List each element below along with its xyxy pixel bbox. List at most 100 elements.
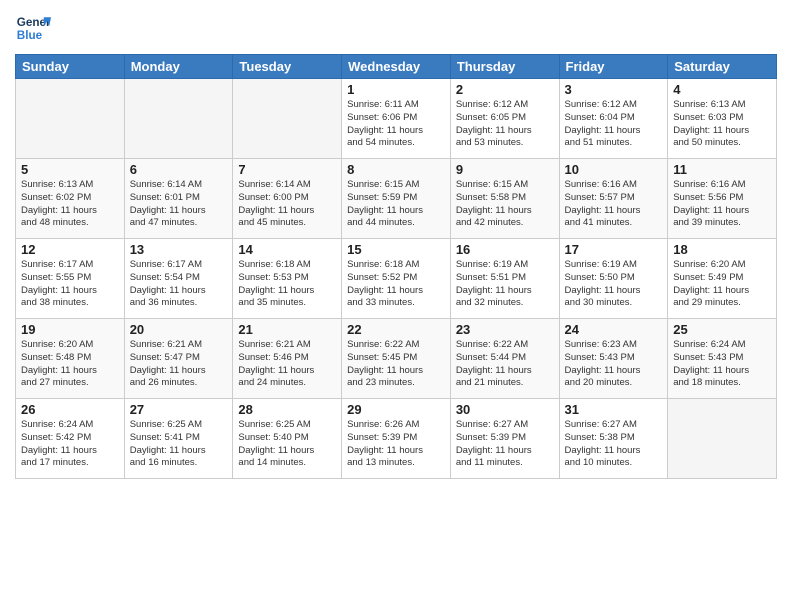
- calendar-cell: 24 Sunrise: 6:23 AM Sunset: 5:43 PM Dayli…: [559, 319, 668, 399]
- calendar-cell: 16 Sunrise: 6:19 AM Sunset: 5:51 PM Dayli…: [450, 239, 559, 319]
- day-number: 1: [347, 82, 445, 97]
- logo-icon: General Blue: [15, 10, 51, 46]
- cell-info: Sunrise: 6:12 AM Sunset: 6:04 PM Dayligh…: [565, 99, 663, 150]
- day-number: 13: [130, 242, 228, 257]
- calendar-cell: 9Sunrise: 6:15 AM Sunset: 5:58 PM Daylig…: [450, 159, 559, 239]
- day-number: 28: [238, 402, 336, 417]
- cell-info: Sunrise: 6:11 AM Sunset: 6:06 PM Dayligh…: [347, 99, 445, 150]
- week-row-1: 1 Sunrise: 6:11 AM Sunset: 6:06 PM Daylig…: [16, 79, 777, 159]
- cell-info: Sunrise: 6:25 AM Sunset: 5:41 PM Dayligh…: [130, 419, 228, 470]
- day-number: 30: [456, 402, 554, 417]
- day-number: 17: [565, 242, 663, 257]
- calendar-cell: 22Sunrise: 6:22 AM Sunset: 5:45 PM Dayli…: [342, 319, 451, 399]
- calendar-cell: 10Sunrise: 6:16 AM Sunset: 5:57 PM Dayli…: [559, 159, 668, 239]
- calendar-cell: [124, 79, 233, 159]
- day-number: 31: [565, 402, 663, 417]
- day-number: 4: [673, 82, 771, 97]
- day-number: 19: [21, 322, 119, 337]
- cell-info: Sunrise: 6:13 AM Sunset: 6:02 PM Dayligh…: [21, 179, 119, 230]
- day-number: 20: [130, 322, 228, 337]
- cell-info: Sunrise: 6:16 AM Sunset: 5:57 PM Dayligh…: [565, 179, 663, 230]
- cell-info: Sunrise: 6:20 AM Sunset: 5:48 PM Dayligh…: [21, 339, 119, 390]
- cell-info: Sunrise: 6:24 AM Sunset: 5:42 PM Dayligh…: [21, 419, 119, 470]
- cell-info: Sunrise: 6:21 AM Sunset: 5:47 PM Dayligh…: [130, 339, 228, 390]
- calendar-cell: 21 Sunrise: 6:21 AM Sunset: 5:46 PM Dayli…: [233, 319, 342, 399]
- day-number: 24: [565, 322, 663, 337]
- cell-info: Sunrise: 6:19 AM Sunset: 5:50 PM Dayligh…: [565, 259, 663, 310]
- weekday-header-thursday: Thursday: [450, 55, 559, 79]
- calendar-cell: 17 Sunrise: 6:19 AM Sunset: 5:50 PM Dayli…: [559, 239, 668, 319]
- calendar-cell: [16, 79, 125, 159]
- day-number: 9: [456, 162, 554, 177]
- calendar-cell: 7 Sunrise: 6:14 AM Sunset: 6:00 PM Daylig…: [233, 159, 342, 239]
- calendar-cell: 28 Sunrise: 6:25 AM Sunset: 5:40 PM Dayli…: [233, 399, 342, 479]
- day-number: 18: [673, 242, 771, 257]
- weekday-header-sunday: Sunday: [16, 55, 125, 79]
- cell-info: Sunrise: 6:27 AM Sunset: 5:39 PM Dayligh…: [456, 419, 554, 470]
- day-number: 11: [673, 162, 771, 177]
- cell-info: Sunrise: 6:20 AM Sunset: 5:49 PM Dayligh…: [673, 259, 771, 310]
- day-number: 5: [21, 162, 119, 177]
- cell-info: Sunrise: 6:16 AM Sunset: 5:56 PM Dayligh…: [673, 179, 771, 230]
- header: General Blue: [15, 10, 777, 46]
- cell-info: Sunrise: 6:15 AM Sunset: 5:59 PM Dayligh…: [347, 179, 445, 230]
- weekday-header-friday: Friday: [559, 55, 668, 79]
- day-number: 6: [130, 162, 228, 177]
- cell-info: Sunrise: 6:17 AM Sunset: 5:54 PM Dayligh…: [130, 259, 228, 310]
- calendar-cell: 11 Sunrise: 6:16 AM Sunset: 5:56 PM Dayli…: [668, 159, 777, 239]
- calendar-cell: 19 Sunrise: 6:20 AM Sunset: 5:48 PM Dayli…: [16, 319, 125, 399]
- weekday-header-row: SundayMondayTuesdayWednesdayThursdayFrid…: [16, 55, 777, 79]
- calendar-cell: 3Sunrise: 6:12 AM Sunset: 6:04 PM Daylig…: [559, 79, 668, 159]
- calendar-cell: 26 Sunrise: 6:24 AM Sunset: 5:42 PM Dayli…: [16, 399, 125, 479]
- cell-info: Sunrise: 6:14 AM Sunset: 6:00 PM Dayligh…: [238, 179, 336, 230]
- cell-info: Sunrise: 6:12 AM Sunset: 6:05 PM Dayligh…: [456, 99, 554, 150]
- logo: General Blue: [15, 10, 55, 46]
- weekday-header-wednesday: Wednesday: [342, 55, 451, 79]
- calendar-cell: 1 Sunrise: 6:11 AM Sunset: 6:06 PM Daylig…: [342, 79, 451, 159]
- calendar-cell: 13 Sunrise: 6:17 AM Sunset: 5:54 PM Dayli…: [124, 239, 233, 319]
- calendar-cell: 27Sunrise: 6:25 AM Sunset: 5:41 PM Dayli…: [124, 399, 233, 479]
- cell-info: Sunrise: 6:23 AM Sunset: 5:43 PM Dayligh…: [565, 339, 663, 390]
- calendar-cell: 25 Sunrise: 6:24 AM Sunset: 5:43 PM Dayli…: [668, 319, 777, 399]
- cell-info: Sunrise: 6:19 AM Sunset: 5:51 PM Dayligh…: [456, 259, 554, 310]
- day-number: 23: [456, 322, 554, 337]
- calendar-cell: 12Sunrise: 6:17 AM Sunset: 5:55 PM Dayli…: [16, 239, 125, 319]
- week-row-3: 12Sunrise: 6:17 AM Sunset: 5:55 PM Dayli…: [16, 239, 777, 319]
- day-number: 26: [21, 402, 119, 417]
- calendar-cell: 23 Sunrise: 6:22 AM Sunset: 5:44 PM Dayli…: [450, 319, 559, 399]
- cell-info: Sunrise: 6:21 AM Sunset: 5:46 PM Dayligh…: [238, 339, 336, 390]
- calendar-cell: 30 Sunrise: 6:27 AM Sunset: 5:39 PM Dayli…: [450, 399, 559, 479]
- calendar-cell: 8 Sunrise: 6:15 AM Sunset: 5:59 PM Daylig…: [342, 159, 451, 239]
- calendar-cell: [233, 79, 342, 159]
- calendar-cell: [668, 399, 777, 479]
- calendar-table: SundayMondayTuesdayWednesdayThursdayFrid…: [15, 54, 777, 479]
- weekday-header-saturday: Saturday: [668, 55, 777, 79]
- day-number: 25: [673, 322, 771, 337]
- calendar-cell: 5 Sunrise: 6:13 AM Sunset: 6:02 PM Daylig…: [16, 159, 125, 239]
- day-number: 29: [347, 402, 445, 417]
- cell-info: Sunrise: 6:18 AM Sunset: 5:52 PM Dayligh…: [347, 259, 445, 310]
- cell-info: Sunrise: 6:22 AM Sunset: 5:44 PM Dayligh…: [456, 339, 554, 390]
- calendar-cell: 4Sunrise: 6:13 AM Sunset: 6:03 PM Daylig…: [668, 79, 777, 159]
- cell-info: Sunrise: 6:25 AM Sunset: 5:40 PM Dayligh…: [238, 419, 336, 470]
- calendar-cell: 20 Sunrise: 6:21 AM Sunset: 5:47 PM Dayli…: [124, 319, 233, 399]
- weekday-header-tuesday: Tuesday: [233, 55, 342, 79]
- page: General Blue SundayMondayTuesdayWednesda…: [0, 0, 792, 612]
- calendar-cell: 15 Sunrise: 6:18 AM Sunset: 5:52 PM Dayli…: [342, 239, 451, 319]
- day-number: 2: [456, 82, 554, 97]
- calendar-cell: 18 Sunrise: 6:20 AM Sunset: 5:49 PM Dayli…: [668, 239, 777, 319]
- day-number: 8: [347, 162, 445, 177]
- day-number: 16: [456, 242, 554, 257]
- week-row-5: 26 Sunrise: 6:24 AM Sunset: 5:42 PM Dayli…: [16, 399, 777, 479]
- day-number: 7: [238, 162, 336, 177]
- calendar-cell: 6Sunrise: 6:14 AM Sunset: 6:01 PM Daylig…: [124, 159, 233, 239]
- cell-info: Sunrise: 6:24 AM Sunset: 5:43 PM Dayligh…: [673, 339, 771, 390]
- week-row-2: 5 Sunrise: 6:13 AM Sunset: 6:02 PM Daylig…: [16, 159, 777, 239]
- calendar-cell: 2 Sunrise: 6:12 AM Sunset: 6:05 PM Daylig…: [450, 79, 559, 159]
- weekday-header-monday: Monday: [124, 55, 233, 79]
- calendar-cell: 29Sunrise: 6:26 AM Sunset: 5:39 PM Dayli…: [342, 399, 451, 479]
- cell-info: Sunrise: 6:18 AM Sunset: 5:53 PM Dayligh…: [238, 259, 336, 310]
- week-row-4: 19 Sunrise: 6:20 AM Sunset: 5:48 PM Dayli…: [16, 319, 777, 399]
- day-number: 15: [347, 242, 445, 257]
- day-number: 21: [238, 322, 336, 337]
